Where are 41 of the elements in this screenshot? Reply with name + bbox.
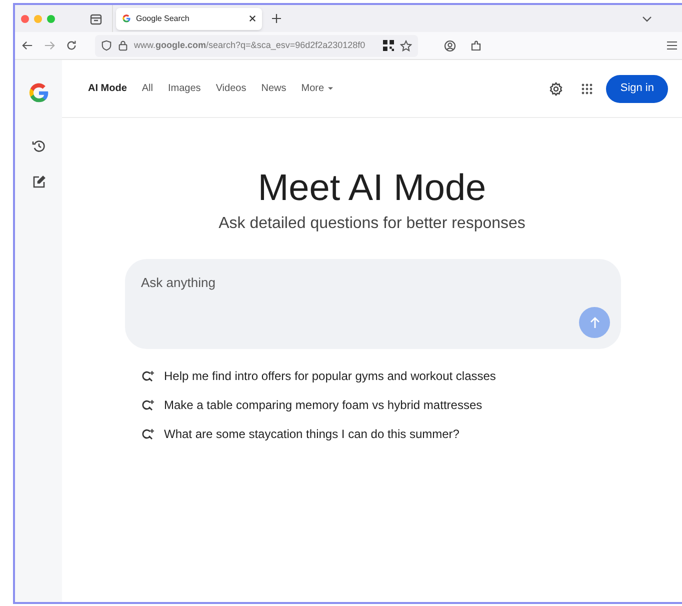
tab-overview-icon[interactable] bbox=[90, 12, 102, 24]
lock-icon bbox=[118, 40, 128, 51]
nav-tab[interactable]: All bbox=[142, 81, 154, 96]
account-icon[interactable] bbox=[444, 40, 456, 52]
suggestion-link[interactable]: What are some staycation things I can do this summer? bbox=[142, 425, 682, 443]
nav-tab[interactable]: Images bbox=[168, 81, 201, 96]
close-tab-icon[interactable] bbox=[249, 15, 256, 22]
nav-tab[interactable]: Videos bbox=[216, 81, 246, 96]
nav-tab[interactable]: AI Mode bbox=[88, 81, 127, 96]
heading: Meet AI Mode bbox=[256, 166, 488, 210]
sign-in-button[interactable]: Sign in bbox=[606, 74, 668, 102]
menu-icon[interactable] bbox=[667, 41, 677, 50]
subtitle: Ask detailed questions for better responses bbox=[218, 214, 526, 234]
apps-grid-icon[interactable] bbox=[581, 82, 594, 94]
shield-icon bbox=[101, 40, 112, 51]
search-sparkle-icon bbox=[142, 428, 155, 440]
prompt-field[interactable]: Ask anything bbox=[125, 259, 621, 349]
reload-icon[interactable] bbox=[66, 40, 77, 51]
extensions-icon[interactable] bbox=[470, 40, 482, 52]
browser-tab[interactable]: Google Search bbox=[116, 8, 262, 30]
history-icon[interactable] bbox=[32, 139, 46, 153]
chevron-down-icon[interactable] bbox=[642, 14, 652, 24]
suggestion-link[interactable]: Help me find intro offers for popular gyms and workout classes bbox=[142, 367, 682, 385]
arrow-up-icon bbox=[588, 316, 600, 328]
star-icon[interactable] bbox=[400, 40, 412, 52]
suggestion-link[interactable]: Make a table comparing memory foam vs hybrid mattresses bbox=[142, 396, 682, 414]
tab-title: Google Search bbox=[136, 12, 190, 24]
settings-icon[interactable] bbox=[549, 82, 564, 96]
edit-icon[interactable] bbox=[32, 175, 46, 189]
back-icon[interactable] bbox=[22, 40, 33, 51]
nav-tab[interactable]: News bbox=[261, 81, 286, 96]
close-window-icon[interactable] bbox=[21, 14, 29, 22]
url-text: www.google.com/search?q=&sca_esv=96d2f2a230128f0 bbox=[134, 38, 366, 52]
search-sparkle-icon bbox=[142, 399, 155, 411]
search-sparkle-icon bbox=[142, 370, 155, 382]
nav-tab[interactable]: More bbox=[301, 81, 334, 96]
google-logo-icon bbox=[122, 14, 131, 23]
google-logo-icon[interactable] bbox=[28, 82, 50, 104]
new-tab-icon[interactable] bbox=[272, 14, 281, 23]
qr-code-icon[interactable] bbox=[383, 40, 394, 51]
address-bar[interactable]: www.google.com/search?q=&sca_esv=96d2f2a230128f0 bbox=[95, 34, 418, 56]
